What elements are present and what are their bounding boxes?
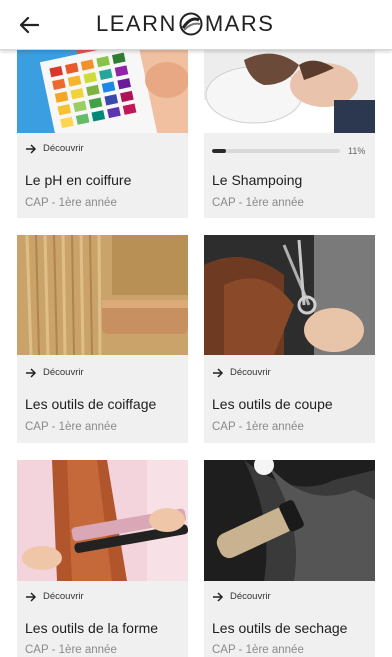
discover-link[interactable]: Découvrir [212, 367, 271, 378]
progress-track [212, 149, 340, 153]
discover-label: Découvrir [230, 367, 271, 378]
course-card-sechage[interactable]: Découvrir Les outils de sechage CAP - 1è… [204, 460, 375, 657]
discover-label: Découvrir [43, 591, 84, 602]
discover-link[interactable]: Découvrir [25, 591, 84, 602]
course-card-coiffage[interactable]: Découvrir Les outils de coiffage CAP - 1… [17, 235, 188, 443]
progress-percent: 11% [348, 146, 366, 156]
straightener-photo [17, 460, 188, 581]
brand-logo: LEARN MARS [96, 9, 274, 39]
discover-link[interactable]: Découvrir [25, 367, 84, 378]
app-header: LEARN MARS [0, 0, 392, 50]
progress-fill [212, 149, 227, 153]
course-level: CAP - 1ère année [25, 421, 117, 433]
course-title: Les outils de sechage [212, 620, 348, 636]
globe-logo-icon [179, 12, 203, 36]
course-title: Le pH en coiffure [25, 172, 132, 188]
scissors-photo [204, 235, 375, 355]
course-title: Les outils de la forme [25, 620, 159, 636]
arrow-left-icon [19, 16, 39, 34]
back-button[interactable] [14, 10, 44, 40]
ph-strips-photo [17, 40, 188, 133]
course-title: Les outils de coiffage [25, 396, 157, 412]
course-level: CAP - 1ère année [212, 644, 304, 656]
course-card-shampoing[interactable]: 11% Le Shampoing CAP - 1ère année [204, 40, 375, 218]
arrow-right-icon [213, 367, 224, 378]
course-level: CAP - 1ère année [212, 421, 304, 433]
shampoo-photo [204, 40, 375, 133]
arrow-right-icon [26, 143, 37, 154]
course-level: CAP - 1ère année [25, 644, 117, 656]
course-level: CAP - 1ère année [212, 197, 304, 209]
comb-hair-photo [17, 235, 188, 355]
discover-label: Découvrir [43, 143, 84, 154]
course-grid: Découvrir Le pH en coiffure CAP - 1ère a… [0, 0, 392, 657]
brand-word-right: MARS [204, 11, 275, 36]
arrow-right-icon [213, 591, 224, 602]
discover-label: Découvrir [230, 591, 271, 602]
course-card-coupe[interactable]: Découvrir Les outils de coupe CAP - 1ère… [204, 235, 375, 443]
course-level: CAP - 1ère année [25, 197, 117, 209]
course-title: Le Shampoing [212, 172, 303, 188]
discover-link[interactable]: Découvrir [25, 143, 84, 154]
course-title: Les outils de coupe [212, 396, 333, 412]
brand-word-left: LEARN [96, 11, 177, 36]
arrow-right-icon [26, 367, 37, 378]
arrow-right-icon [26, 591, 37, 602]
course-card-ph[interactable]: Découvrir Le pH en coiffure CAP - 1ère a… [17, 40, 188, 218]
discover-link[interactable]: Découvrir [212, 591, 271, 602]
progress-indicator: 11% [212, 146, 365, 156]
discover-label: Découvrir [43, 367, 84, 378]
hairdryer-photo [204, 460, 375, 581]
course-card-forme[interactable]: Découvrir Les outils de la forme CAP - 1… [17, 460, 188, 657]
